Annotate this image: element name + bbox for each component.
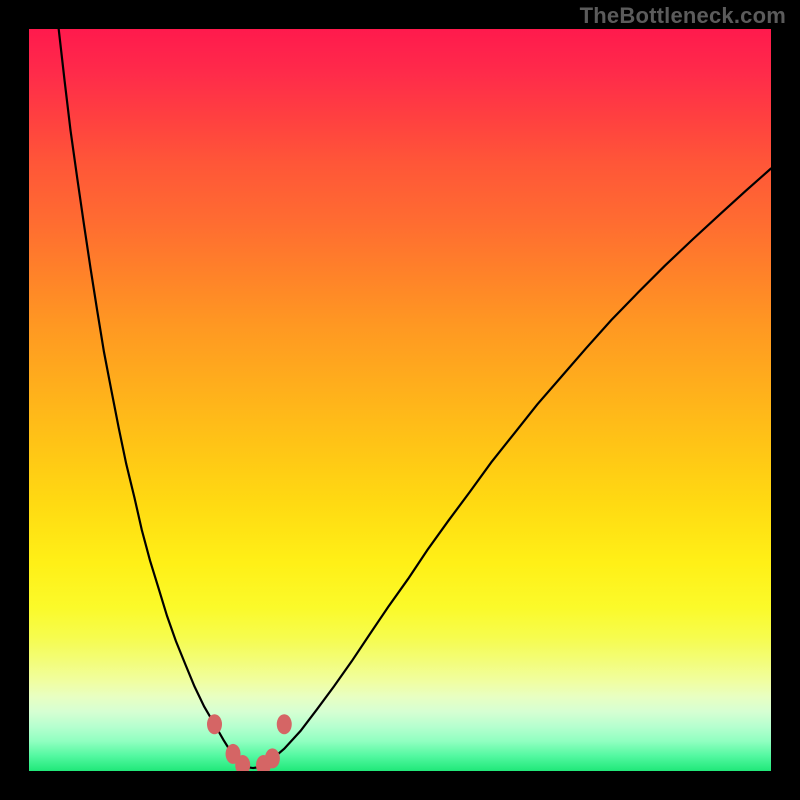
highlight-dot bbox=[277, 714, 292, 734]
curve-svg bbox=[29, 29, 771, 771]
plot-area bbox=[29, 29, 771, 771]
highlight-dot bbox=[265, 748, 280, 768]
watermark-text: TheBottleneck.com bbox=[580, 3, 786, 29]
marker-group bbox=[207, 714, 292, 771]
bottleneck-curve bbox=[59, 29, 771, 768]
highlight-dot bbox=[207, 714, 222, 734]
chart-frame: TheBottleneck.com bbox=[0, 0, 800, 800]
